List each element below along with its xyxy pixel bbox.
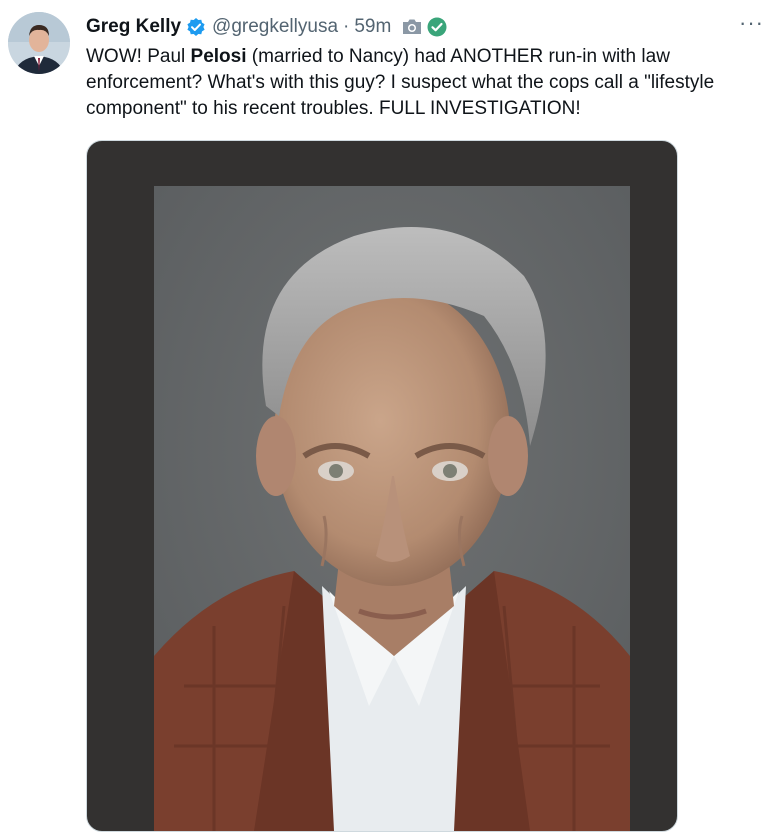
tweet-text-part: WOW! Paul [86, 46, 191, 67]
tweet-header: Greg Kelly @gregkellyusa · 59m [86, 14, 447, 40]
avatar[interactable] [8, 12, 70, 74]
avatar-portrait [8, 12, 70, 74]
tweet-text: WOW! Paul Pelosi (married to Nancy) had … [86, 44, 771, 122]
timestamp[interactable]: 59m [354, 16, 391, 38]
more-options-icon[interactable]: ··· [739, 10, 764, 36]
camera-icon [401, 17, 423, 37]
mugshot-photo [154, 186, 630, 831]
separator-dot: · [343, 16, 350, 37]
verified-badge-icon [186, 17, 206, 37]
author-handle[interactable]: @gregkellyusa [212, 16, 338, 38]
tweet-text-bold: Pelosi [190, 46, 247, 67]
tweet-media[interactable] [86, 140, 678, 832]
checkmark-circle-icon [427, 17, 447, 37]
author-name[interactable]: Greg Kelly [86, 16, 181, 38]
